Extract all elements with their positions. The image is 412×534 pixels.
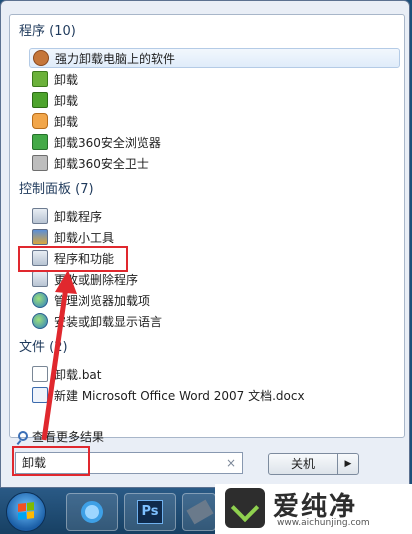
result-label: 卸载 bbox=[54, 72, 79, 87]
result-label: 安装或卸载显示语言 bbox=[54, 314, 163, 329]
search-results-panel: 程序 (10) 强力卸载电脑上的软件 卸载 卸载 卸载 卸载360安全浏览器 卸… bbox=[9, 14, 405, 444]
result-item-bat-file[interactable]: 卸载.bat bbox=[29, 364, 400, 384]
result-item-uninstall-3[interactable]: 卸载 bbox=[29, 111, 400, 131]
search-value: 卸载 bbox=[22, 456, 47, 470]
control-panel-icon bbox=[32, 208, 48, 224]
taskbar-button-photoshop[interactable]: Ps bbox=[124, 493, 176, 531]
search-icon bbox=[18, 431, 28, 441]
result-item-programs-and-features[interactable]: 程序和功能 bbox=[29, 248, 400, 268]
group-title-files: 文件 (2) bbox=[19, 340, 68, 355]
result-label: 卸载 bbox=[54, 114, 79, 129]
clear-search-icon[interactable]: × bbox=[226, 453, 236, 473]
result-item-uninstall-1[interactable]: 卸载 bbox=[29, 69, 400, 89]
result-item-change-remove-programs[interactable]: 更改或删除程序 bbox=[29, 269, 400, 289]
taskbar-button-other-app[interactable] bbox=[182, 493, 216, 531]
result-item-uninstall-360-safe[interactable]: 卸载360安全卫士 bbox=[29, 153, 400, 173]
app-icon bbox=[186, 499, 214, 525]
result-label: 强力卸载电脑上的软件 bbox=[55, 51, 176, 66]
result-label: 程序和功能 bbox=[54, 251, 115, 266]
control-panel-icon bbox=[32, 271, 48, 287]
result-item-display-language[interactable]: 安装或卸载显示语言 bbox=[29, 311, 400, 331]
photoshop-icon: Ps bbox=[137, 500, 163, 524]
uninstall-gear-icon bbox=[33, 50, 49, 66]
result-item-manage-addons[interactable]: 管理浏览器加载项 bbox=[29, 290, 400, 310]
see-more-label: 查看更多结果 bbox=[32, 429, 105, 444]
watermark-logo: 爱纯净 www.aichunjing.com bbox=[215, 484, 412, 534]
shutdown-options-arrow-icon[interactable]: ▶ bbox=[337, 453, 359, 475]
result-item-force-uninstall[interactable]: 强力卸载电脑上的软件 bbox=[29, 48, 400, 68]
internet-options-icon bbox=[32, 292, 48, 308]
ie-icon bbox=[81, 501, 103, 523]
shutdown-button[interactable]: 关机 bbox=[268, 453, 338, 475]
search-input[interactable]: 卸载 × bbox=[15, 452, 243, 474]
result-label: 卸载小工具 bbox=[54, 230, 115, 245]
trash-icon bbox=[32, 155, 48, 171]
result-item-uninstall-360-browser[interactable]: 卸载360安全浏览器 bbox=[29, 132, 400, 152]
programs-features-icon bbox=[32, 250, 48, 266]
result-label: 卸载 bbox=[54, 93, 79, 108]
group-title-programs: 程序 (10) bbox=[19, 24, 76, 39]
aichunjing-logo-icon bbox=[225, 488, 265, 528]
result-label: 管理浏览器加载项 bbox=[54, 293, 151, 308]
start-menu: 程序 (10) 强力卸载电脑上的软件 卸载 卸载 卸载 卸载360安全浏览器 卸… bbox=[0, 0, 410, 488]
windows-logo-icon bbox=[18, 502, 34, 520]
package-green-icon bbox=[32, 92, 48, 108]
start-button[interactable] bbox=[6, 492, 46, 532]
word-document-icon bbox=[32, 387, 48, 403]
result-item-uninstall-program[interactable]: 卸载程序 bbox=[29, 206, 400, 226]
result-label: 卸载360安全浏览器 bbox=[54, 135, 161, 150]
gadget-icon bbox=[32, 229, 48, 245]
watermark-url: www.aichunjing.com bbox=[277, 518, 370, 528]
result-label: 新建 Microsoft Office Word 2007 文档.docx bbox=[54, 388, 305, 403]
result-item-uninstall-2[interactable]: 卸载 bbox=[29, 90, 400, 110]
batch-file-icon bbox=[32, 366, 48, 382]
result-label: 卸载程序 bbox=[54, 209, 103, 224]
result-label: 卸载360安全卫士 bbox=[54, 156, 149, 171]
taskbar-button-internet-explorer[interactable] bbox=[66, 493, 118, 531]
group-title-control-panel: 控制面板 (7) bbox=[19, 182, 94, 197]
result-item-word-document[interactable]: 新建 Microsoft Office Word 2007 文档.docx bbox=[29, 385, 400, 405]
orange-app-icon bbox=[32, 113, 48, 129]
package-icon bbox=[32, 71, 48, 87]
see-more-results-link[interactable]: 查看更多结果 bbox=[18, 428, 104, 444]
globe-icon bbox=[32, 313, 48, 329]
result-item-uninstall-gadget[interactable]: 卸载小工具 bbox=[29, 227, 400, 247]
360-browser-icon bbox=[32, 134, 48, 150]
result-label: 卸载.bat bbox=[54, 367, 102, 382]
result-label: 更改或删除程序 bbox=[54, 272, 139, 287]
